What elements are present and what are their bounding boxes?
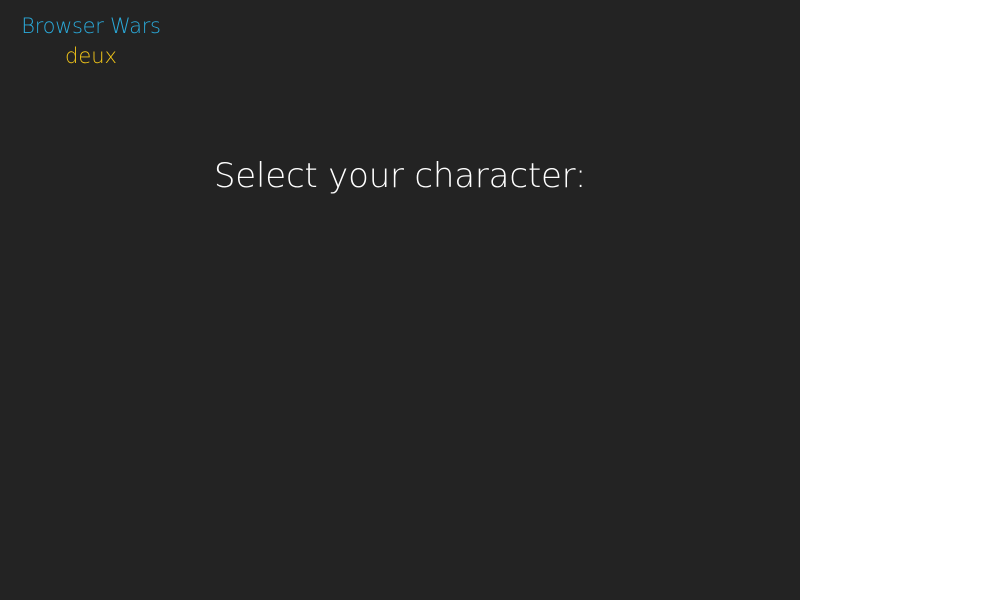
logo-title: Browser Wars (21, 14, 161, 38)
game-logo: Browser Wars deux (0, 11, 182, 71)
character-select-prompt: Select your character: (213, 156, 587, 196)
blank-side-area (800, 0, 1000, 600)
logo-subtitle: deux (65, 44, 117, 68)
game-canvas[interactable]: Browser Wars deux Select your character: (0, 0, 800, 600)
